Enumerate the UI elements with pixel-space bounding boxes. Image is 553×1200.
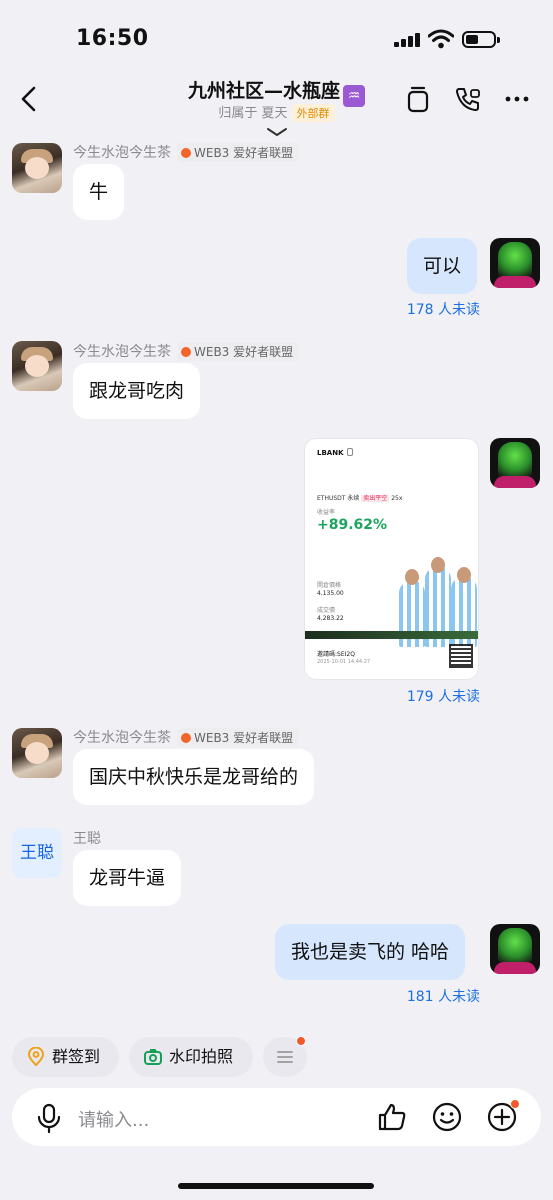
- sender-avatar[interactable]: [12, 341, 62, 391]
- message-bubble[interactable]: 国庆中秋快乐是龙哥给的: [73, 749, 315, 805]
- sender-name: 今生水泡今生茶: [73, 145, 171, 161]
- pnl-value: +89.62%: [317, 517, 388, 533]
- my-message-bubble[interactable]: 我也是卖飞的 哈哈: [275, 924, 466, 980]
- wifi-icon: [428, 29, 454, 49]
- sender-name: 今生水泡今生茶: [73, 730, 171, 746]
- sender-name-row: 今生水泡今生茶 WEB3 爱好者联盟: [73, 142, 299, 162]
- open-price: 4,135.00: [317, 590, 344, 597]
- notification-dot: [510, 1099, 520, 1109]
- my-message-bubble[interactable]: 可以: [407, 238, 478, 294]
- sender-avatar[interactable]: [12, 728, 62, 778]
- trade-date: 2025-10-01 14:44:27: [317, 659, 371, 665]
- group-badge: WEB3 爱好者联盟: [177, 342, 299, 361]
- unread-count[interactable]: 181 人未读: [360, 986, 480, 1006]
- group-badge-label: WEB3 爱好者联盟: [194, 345, 294, 359]
- group-badge-label: WEB3 爱好者联盟: [194, 146, 294, 160]
- sender-name-row: 今生水泡今生茶 WEB3 爱好者联盟: [73, 341, 299, 361]
- image-message[interactable]: LBANK ETHUSDT 永续 卖出平空 25x 收益率 +89.62% 開倉…: [304, 438, 479, 680]
- flower-icon: [181, 733, 191, 743]
- battery-icon: [462, 31, 500, 48]
- sender-name: 王聪: [73, 831, 101, 847]
- message-input-bar: 请输入...: [12, 1088, 541, 1146]
- close-price-label: 成交價: [317, 607, 336, 614]
- sender-name-row: 今生水泡今生茶 WEB3 爱好者联盟: [73, 727, 299, 747]
- trade-pair-row: ETHUSDT 永续 卖出平空 25x: [317, 493, 402, 502]
- group-badge: WEB3 爱好者联盟: [177, 728, 299, 747]
- external-group-tag: 外部群: [291, 104, 335, 122]
- open-price-label: 開倉價格: [317, 582, 342, 589]
- close-price: 4,283.22: [317, 615, 344, 622]
- unread-count[interactable]: 179 人未读: [360, 686, 480, 706]
- checkin-label: 群签到: [52, 1047, 101, 1066]
- group-title-text: 九州社区—水瓶座: [187, 80, 340, 102]
- leverage: 25x: [391, 495, 403, 502]
- status-time: 16:50: [76, 26, 149, 51]
- sender-avatar[interactable]: [12, 143, 62, 193]
- exchange-logo: LBANK: [317, 449, 344, 457]
- checkin-button[interactable]: 群签到: [12, 1037, 119, 1077]
- trade-side: 卖出平空: [361, 495, 390, 502]
- cellular-signal-icon: [394, 33, 422, 47]
- owner-label: 归属于 夏天: [218, 106, 288, 121]
- sender-avatar[interactable]: 王聪: [12, 828, 62, 878]
- message-input[interactable]: 请输入...: [78, 1106, 149, 1132]
- more-options-icon[interactable]: [503, 84, 533, 114]
- watermark-photo-label: 水印拍照: [169, 1047, 234, 1066]
- notification-dot: [296, 1036, 306, 1046]
- sender-name: 今生水泡今生茶: [73, 344, 171, 360]
- group-badge-label: WEB3 爱好者联盟: [194, 731, 294, 745]
- invite-code: 邀請碼:SEI2Q: [317, 651, 355, 658]
- message-bubble[interactable]: 跟龙哥吃肉: [73, 363, 201, 419]
- call-icon[interactable]: [453, 84, 483, 114]
- watermark-photo-button[interactable]: 水印拍照: [129, 1037, 253, 1077]
- microphone-icon[interactable]: [34, 1102, 64, 1134]
- chat-header: 九州社区—水瓶座 ♒ 归属于 夏天 外部群: [0, 70, 553, 144]
- message-bubble[interactable]: 龙哥牛逼: [73, 850, 182, 906]
- badge-icon: [347, 448, 353, 456]
- menu-icon: [277, 1051, 293, 1063]
- pnl-label: 收益率: [317, 509, 336, 516]
- qr-code: [449, 644, 473, 668]
- location-pin-icon: [27, 1047, 45, 1067]
- pitch-band: [305, 631, 478, 639]
- home-indicator: [178, 1183, 374, 1189]
- status-bar: 16:50: [0, 0, 553, 70]
- trade-pair: ETHUSDT 永续: [317, 495, 360, 502]
- flower-icon: [181, 148, 191, 158]
- unread-count[interactable]: 178 人未读: [360, 299, 480, 319]
- thumbs-up-icon[interactable]: [376, 1101, 408, 1133]
- my-avatar[interactable]: [490, 238, 540, 288]
- emoji-icon[interactable]: [431, 1101, 463, 1133]
- message-bubble[interactable]: 牛: [73, 164, 125, 220]
- task-list-icon[interactable]: [403, 84, 433, 114]
- flower-icon: [181, 347, 191, 357]
- my-avatar[interactable]: [490, 438, 540, 488]
- group-badge: WEB3 爱好者联盟: [177, 143, 299, 162]
- chevron-down-icon[interactable]: [266, 126, 288, 138]
- camera-icon: [144, 1049, 162, 1065]
- my-avatar[interactable]: [490, 924, 540, 974]
